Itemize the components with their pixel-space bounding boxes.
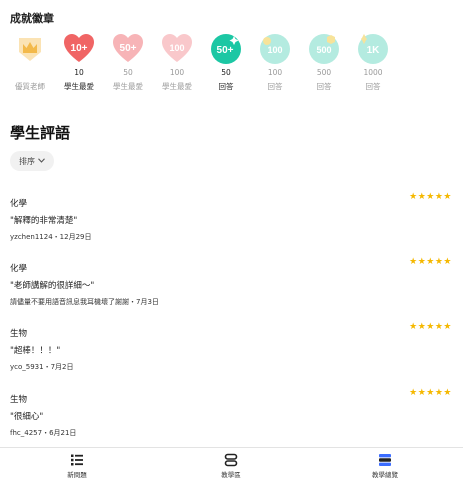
svg-text:1K: 1K [367,45,381,56]
review-comment: "老師講解的很詳細～" [10,281,95,291]
badges-row: 優質老師 10+ 10 學生最愛 50+ 50 學生最愛 100 100 學生最… [8,33,448,99]
svg-text:10+: 10+ [71,43,88,54]
reviews-section-title: 學生評語 [10,124,71,142]
nav-label: 教學區 [221,471,241,479]
nav-item-new-questions[interactable]: 新問題 [47,453,107,479]
svg-text:100: 100 [169,43,184,53]
answer-badge-icon: 1K [358,33,388,64]
chevron-down-icon [38,157,45,165]
svg-text:500: 500 [316,45,331,55]
answer-badge-icon: 50+ [211,34,241,64]
star-rating: ★★★★★ [409,192,452,202]
review-item: 化學 ★★★★★ "老師講解的很詳細～" 請儘量不要用語音訊息我耳機壞了謝謝・7… [10,257,454,322]
review-subject: 化學 [10,264,28,274]
badge-answers-50[interactable]: 50+ 50 回答 [204,33,248,92]
svg-text:50+: 50+ [217,45,234,56]
heart-badge-icon: 50+ [113,34,143,62]
sort-label: 排序 [19,156,35,166]
heart-badge-icon: 100 [162,34,192,62]
review-meta: 請儘量不要用語音訊息我耳機壞了謝謝・7月3日 [10,298,159,306]
review-comment: "解釋的非常清楚" [10,216,78,226]
list-icon [71,454,83,466]
sort-button[interactable]: 排序 [10,151,54,171]
nav-label: 教學總覽 [372,471,398,479]
review-item: 生物 ★★★★★ "很細心" fhc_4257・6月21日 [10,388,454,453]
review-subject: 生物 [10,395,28,405]
badge-student-favorite-10[interactable]: 10+ 10 學生最愛 [57,33,101,92]
review-meta: fhc_4257・6月21日 [10,429,77,437]
nav-item-teaching-area[interactable]: 教學區 [201,453,261,479]
svg-text:50+: 50+ [120,43,137,54]
badge-answers-1000[interactable]: 1K 1000 回答 [351,33,395,92]
badges-section-title: 成就徽章 [10,12,54,25]
review-item: 化學 ★★★★★ "解釋的非常清楚" yzchen1124・12月29日 [10,192,454,257]
star-rating: ★★★★★ [409,257,452,267]
badge-quality-teacher[interactable]: 優質老師 [8,33,52,92]
review-meta: yzchen1124・12月29日 [10,233,92,241]
review-subject: 生物 [10,329,28,339]
crown-badge-icon [19,38,41,61]
star-rating: ★★★★★ [409,322,452,332]
answer-badge-icon: 100 [260,34,290,64]
svg-text:100: 100 [267,45,282,55]
review-item: 生物 ★★★★★ "超棒！！！" yco_5931・7月2日 [10,322,454,387]
nav-item-teaching-overview[interactable]: 教學總覽 [355,453,415,479]
bottom-nav: 新問題 教學區 教學總覽 [0,447,463,480]
badge-student-favorite-50[interactable]: 50+ 50 學生最愛 [106,33,150,92]
badge-student-favorite-100[interactable]: 100 100 學生最愛 [155,33,199,92]
answer-badge-icon: 500 [309,34,339,64]
badge-answers-100[interactable]: 100 100 回答 [253,33,297,92]
star-rating: ★★★★★ [409,388,452,398]
review-comment: "超棒！！！" [10,346,61,356]
heart-badge-icon: 10+ [64,34,94,62]
classroom-icon [224,453,238,467]
review-comment: "很細心" [10,412,44,422]
nav-label: 新問題 [67,471,87,479]
overview-icon [379,454,391,466]
review-subject: 化學 [10,199,28,209]
review-meta: yco_5931・7月2日 [10,363,74,371]
badge-answers-500[interactable]: 500 500 回答 [302,33,346,92]
